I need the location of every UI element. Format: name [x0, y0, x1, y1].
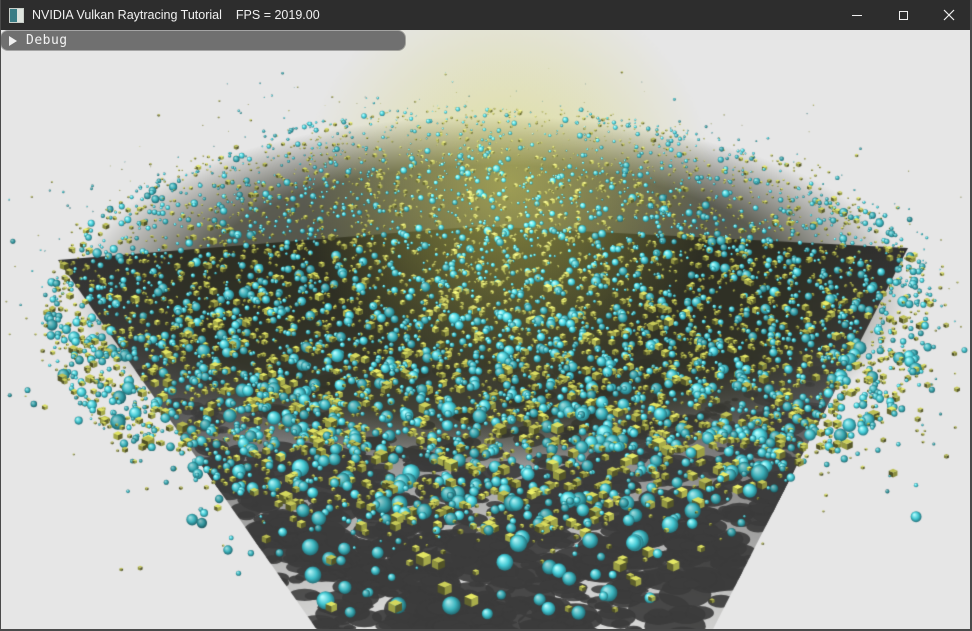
window-title: NVIDIA Vulkan Raytracing Tutorial [32, 8, 222, 22]
client-area: Debug [0, 30, 972, 631]
minimize-icon [852, 15, 862, 16]
collapse-arrow-icon [9, 36, 17, 46]
window-controls [834, 0, 972, 30]
fps-counter: FPS = 2019.00 [236, 8, 320, 22]
minimize-button[interactable] [834, 0, 880, 30]
debug-panel-header[interactable]: Debug [1, 31, 405, 50]
titlebar[interactable]: NVIDIA Vulkan Raytracing Tutorial FPS = … [0, 0, 972, 30]
close-icon [943, 9, 955, 21]
app-window: NVIDIA Vulkan Raytracing Tutorial FPS = … [0, 0, 972, 631]
maximize-icon [899, 11, 908, 20]
debug-panel-label: Debug [26, 33, 68, 48]
app-icon [9, 8, 24, 23]
maximize-button[interactable] [880, 0, 926, 30]
close-button[interactable] [926, 0, 972, 30]
viewport-3d[interactable] [0, 30, 972, 631]
